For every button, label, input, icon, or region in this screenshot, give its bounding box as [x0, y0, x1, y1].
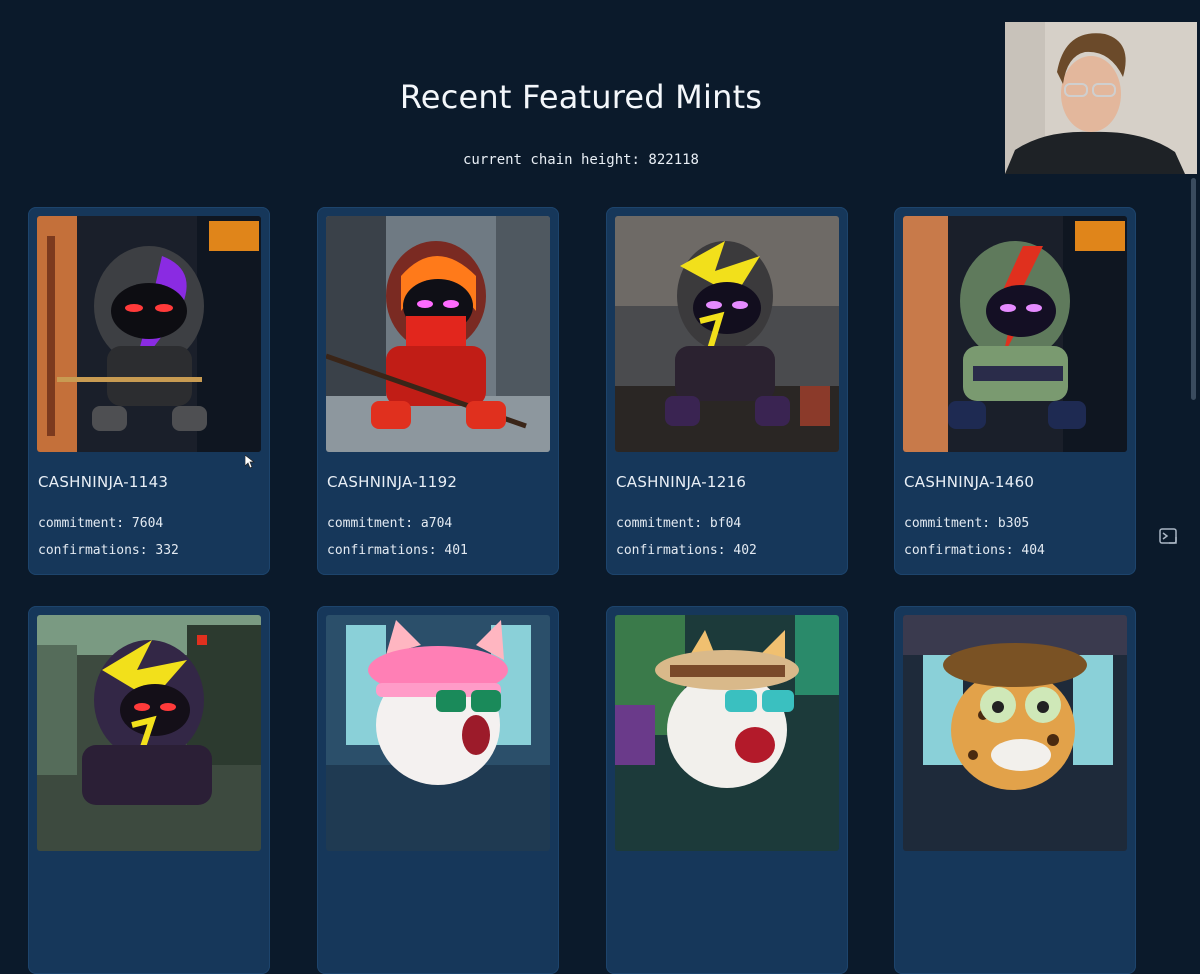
card-confirmations: confirmations: 402 [616, 543, 757, 558]
nft-image[interactable] [615, 615, 839, 851]
nft-image[interactable] [615, 216, 839, 452]
card-confirmations: confirmations: 332 [38, 543, 179, 558]
nft-image[interactable] [903, 615, 1127, 851]
nft-image[interactable] [326, 615, 550, 851]
card-commitment: commitment: 7604 [38, 516, 164, 531]
mouse-pointer-icon [244, 454, 256, 469]
nft-image[interactable] [903, 216, 1127, 452]
card-name: CASHNINJA-1143 [38, 473, 169, 491]
chain-height-label: current chain height: 822118 [462, 152, 699, 168]
nft-image[interactable] [326, 216, 550, 452]
card-name: CASHNINJA-1460 [904, 473, 1035, 491]
mint-card[interactable] [606, 606, 848, 974]
mint-card[interactable]: CASHNINJA-1460 commitment: b305 confirma… [894, 207, 1136, 575]
terminal-icon[interactable] [1159, 528, 1179, 546]
nft-image[interactable] [37, 216, 261, 452]
presenter-video [1005, 22, 1197, 174]
card-name: CASHNINJA-1216 [616, 473, 747, 491]
mint-card[interactable]: CASHNINJA-1216 commitment: bf04 confirma… [606, 207, 848, 575]
mint-card[interactable]: CASHNINJA-1143 commitment: 7604 confirma… [28, 207, 270, 575]
mint-card[interactable]: CASHNINJA-1192 commitment: a704 confirma… [317, 207, 559, 575]
page-title: Recent Featured Mints [399, 78, 763, 116]
scrollbar[interactable] [1191, 178, 1196, 400]
mint-card[interactable] [28, 606, 270, 974]
webcam-overlay [1005, 22, 1197, 174]
nft-image[interactable] [37, 615, 261, 851]
mint-card[interactable] [894, 606, 1136, 974]
card-commitment: commitment: bf04 [616, 516, 742, 531]
card-commitment: commitment: a704 [327, 516, 453, 531]
mint-card[interactable] [317, 606, 559, 974]
card-commitment: commitment: b305 [904, 516, 1030, 531]
card-confirmations: confirmations: 401 [327, 543, 468, 558]
card-name: CASHNINJA-1192 [327, 473, 458, 491]
card-confirmations: confirmations: 404 [904, 543, 1045, 558]
